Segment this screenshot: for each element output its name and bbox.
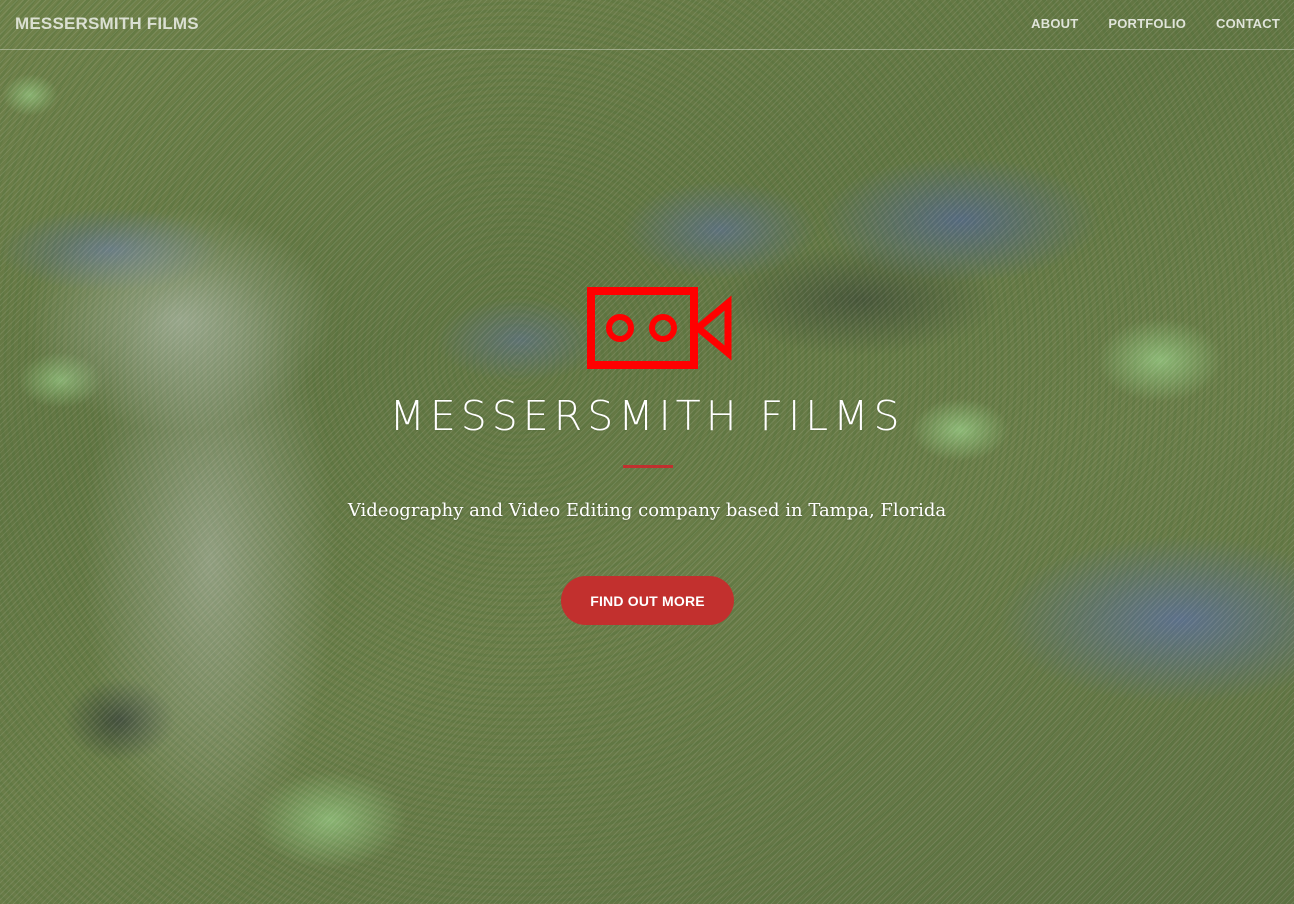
title-divider — [623, 465, 673, 468]
nav-link-portfolio[interactable]: PORTFOLIO — [1108, 16, 1186, 31]
background-overlay — [0, 0, 1294, 904]
nav-link-contact[interactable]: CONTACT — [1216, 16, 1280, 31]
nav-links: ABOUT PORTFOLIO CONTACT — [1031, 16, 1280, 31]
navbar: MESSERSMITH FILMS ABOUT PORTFOLIO CONTAC… — [0, 0, 1294, 50]
hero-section: MESSERSMITH FILMS ABOUT PORTFOLIO CONTAC… — [0, 0, 1294, 904]
find-out-more-button[interactable]: FIND OUT MORE — [561, 576, 734, 625]
nav-link-about[interactable]: ABOUT — [1031, 16, 1078, 31]
hero-tagline: Videography and Video Editing company ba… — [347, 500, 947, 521]
hero-title: MESSERSMITH FILMS — [389, 392, 905, 440]
video-camera-icon — [587, 287, 732, 369]
brand-link[interactable]: MESSERSMITH FILMS — [15, 14, 199, 34]
